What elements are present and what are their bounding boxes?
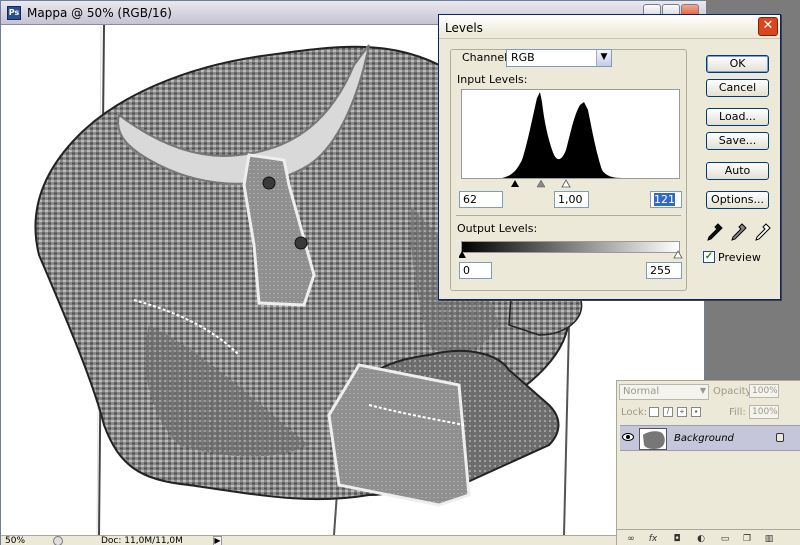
load-button[interactable]: Load... (706, 108, 769, 126)
blend-mode-value: Normal (623, 386, 660, 397)
histogram (461, 89, 680, 179)
white-point-slider[interactable] (561, 179, 571, 188)
options-button[interactable]: Options... (706, 191, 769, 209)
lock-all-icon[interactable]: ▪ (691, 407, 701, 417)
new-layer-icon[interactable]: ❐ (741, 534, 753, 544)
layer-lock-icon (776, 433, 784, 442)
channel-select[interactable]: RGB ▼ (506, 49, 612, 67)
ok-button[interactable]: OK (706, 55, 769, 73)
channel-label: Channel: (462, 51, 511, 64)
black-eyedropper-icon[interactable] (707, 223, 723, 241)
gamma-slider[interactable] (536, 179, 546, 188)
blend-mode-select[interactable]: Normal ▼ (619, 384, 709, 400)
lock-position-icon[interactable]: + (677, 407, 687, 417)
output-levels-label: Output Levels: (457, 222, 538, 235)
zoom-level[interactable]: 50% (5, 536, 25, 545)
folder-icon[interactable]: ▭ (719, 534, 731, 544)
channel-value: RGB (511, 51, 535, 64)
status-menu-arrow-icon[interactable]: ▶ (213, 536, 222, 545)
input-slider-track (511, 179, 571, 188)
input-white-field[interactable]: 121 (650, 191, 682, 208)
chevron-down-icon: ▼ (699, 386, 706, 395)
layers-bottom-bar: ∞ fx ◘ ◐ ▭ ❐ ▥ (617, 529, 800, 545)
levels-titlebar[interactable]: Levels ✕ (439, 15, 780, 39)
dialog-close-button[interactable]: ✕ (758, 17, 778, 36)
preview-label: Preview (718, 251, 761, 264)
fill-label: Fill: (729, 407, 746, 418)
trash-icon[interactable]: ▥ (763, 534, 775, 544)
photoshop-workspace: Ps Mappa @ 50% (RGB/16) 50% Doc: 11,0M/1… (0, 0, 800, 545)
lock-transparent-icon[interactable] (649, 407, 659, 417)
adjustment-icon[interactable]: ◐ (695, 534, 707, 544)
input-black-field[interactable]: 62 (459, 191, 503, 208)
histogram-graph (462, 92, 679, 178)
cancel-button[interactable]: Cancel (706, 79, 769, 97)
levels-dialog: Levels ✕ Channel: RGB ▼ Input Levels: 62… (438, 14, 781, 300)
white-eyedropper-icon[interactable] (755, 223, 771, 241)
lock-pixels-icon[interactable]: / (663, 407, 673, 417)
gray-eyedropper-icon[interactable] (731, 223, 747, 241)
layer-row-background[interactable]: Background (620, 425, 800, 451)
output-white-slider[interactable] (673, 250, 683, 259)
fill-field[interactable]: 100% (749, 405, 779, 419)
lock-label: Lock: (621, 407, 648, 418)
input-gamma-field[interactable]: 1,00 (554, 191, 589, 208)
eye-icon[interactable] (622, 432, 634, 442)
layers-panel: Normal ▼ Opacity: 100% Lock: / + ▪ Fill:… (616, 380, 800, 545)
levels-title: Levels (445, 21, 483, 35)
fx-icon[interactable]: fx (647, 534, 659, 544)
mask-icon[interactable]: ◘ (671, 534, 683, 544)
preview-checkbox[interactable]: ✓ (703, 251, 715, 263)
auto-button[interactable]: Auto (706, 162, 769, 180)
photoshop-icon: Ps (7, 6, 21, 20)
output-black-slider[interactable] (459, 251, 466, 258)
document-title: Mappa @ 50% (RGB/16) (27, 6, 172, 20)
separator (456, 215, 681, 216)
layer-name: Background (674, 433, 734, 444)
doc-size-info: Doc: 11,0M/11,0M (101, 536, 183, 545)
input-levels-label: Input Levels: (457, 73, 528, 86)
link-icon[interactable]: ∞ (625, 534, 637, 544)
output-black-field[interactable]: 0 (459, 262, 492, 279)
output-white-field[interactable]: 255 (646, 262, 682, 279)
chevron-down-icon[interactable]: ▼ (596, 50, 611, 66)
opacity-field[interactable]: 100% (749, 384, 779, 398)
output-slider-track (459, 250, 683, 259)
black-point-slider[interactable] (511, 180, 519, 187)
status-info-icon[interactable] (53, 536, 63, 545)
opacity-label: Opacity: (713, 386, 755, 397)
layer-thumbnail (639, 428, 667, 450)
save-button[interactable]: Save... (706, 132, 769, 150)
status-bar: 50% Doc: 11,0M/11,0M ▶ (1, 535, 706, 545)
